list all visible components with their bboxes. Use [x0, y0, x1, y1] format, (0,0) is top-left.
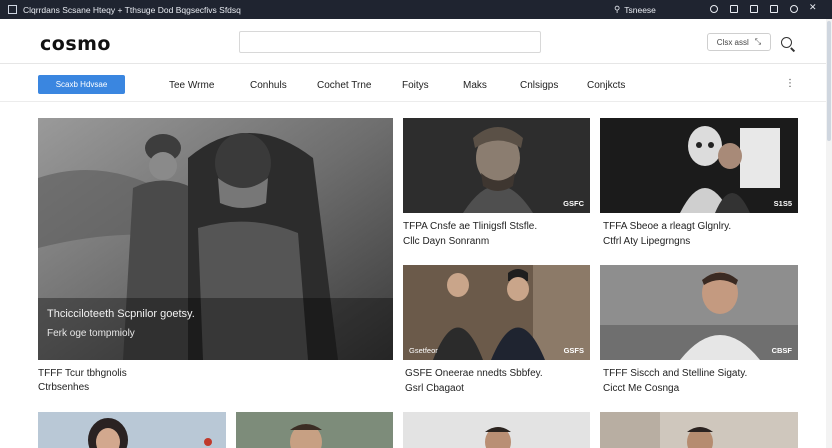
nav-item-2[interactable]: Conhuls — [250, 80, 287, 91]
header-action-label: Clsx assl — [716, 37, 749, 47]
card-image-2[interactable]: S1S5 — [600, 118, 798, 213]
card-illustration-1 — [403, 118, 590, 213]
system-tray — [708, 2, 818, 13]
user-icon: ⚲ — [614, 4, 621, 14]
card-image-8[interactable] — [600, 412, 798, 448]
card-illustration-5 — [38, 412, 226, 448]
card-title-3[interactable]: GSFE Oneerae nnedts Sbbfey. — [405, 368, 543, 379]
more-menu-icon[interactable]: ⋮ — [785, 78, 795, 89]
window-title: Clqrrdans Scsane Hteqy + Tthsuge Dod Bqg… — [23, 4, 241, 15]
card-illustration-8 — [600, 412, 798, 448]
nav-item-6[interactable]: Cnlsigps — [520, 80, 558, 91]
nav-item-7[interactable]: Conjkcts — [587, 80, 625, 91]
main-nav: Scaxb Hdvsae Tee Wrme Conhuls Cochet Trn… — [0, 64, 832, 102]
card-badge-2: S1S5 — [773, 199, 792, 208]
card-badge-left-3: Gsetfeor — [409, 346, 438, 355]
card-badge-1: GSFC — [563, 199, 584, 208]
card-title-2[interactable]: TFFA Sbeoe a rleagt Glgnlry. — [603, 221, 731, 232]
card-image-7[interactable] — [403, 412, 590, 448]
card-image-1[interactable]: GSFC — [403, 118, 590, 213]
nav-item-1[interactable]: Tee Wrme — [169, 80, 214, 91]
nav-item-4[interactable]: Foitys — [402, 80, 429, 91]
window-titlebar: Clqrrdans Scsane Hteqy + Tthsuge Dod Bqg… — [0, 0, 832, 19]
card-image-5[interactable] — [38, 412, 226, 448]
settings-icon[interactable] — [708, 3, 718, 13]
nav-item-3[interactable]: Cochet Trne — [317, 80, 371, 91]
nav-cta-button[interactable]: Scaxb Hdvsae — [38, 75, 125, 94]
hero-subtitle: Ctrbsenhes — [38, 382, 90, 393]
card-illustration-4 — [600, 265, 798, 360]
card-image-6[interactable] — [236, 412, 393, 448]
nav-item-5[interactable]: Maks — [463, 80, 487, 91]
hero-subcaption: Ferk oge tompmioly — [47, 328, 135, 339]
card-badge-4: CBSF — [771, 346, 792, 355]
site-header: cosmo Clsx assl ⤡ — [0, 19, 832, 64]
hero-title[interactable]: TFFF Tcur tbhgnolis — [38, 368, 127, 379]
document-icon[interactable] — [768, 3, 778, 13]
card-illustration-6 — [236, 412, 393, 448]
card-title-4[interactable]: TFFF Siscch and Stelline Sigaty. — [603, 368, 747, 379]
header-action-button[interactable]: Clsx assl ⤡ — [707, 33, 771, 51]
scrollbar-thumb[interactable] — [827, 21, 831, 141]
card-subtitle-2: Ctfrl Aty Lipegrngns — [603, 236, 691, 247]
hero-image[interactable] — [38, 118, 393, 360]
search-icon[interactable] — [781, 37, 792, 48]
card-image-4[interactable]: CBSF — [600, 265, 798, 360]
card-subtitle-4: Cicct Me Cosnga — [603, 383, 680, 394]
notification-icon[interactable] — [728, 3, 738, 13]
hero-caption: Thcicciloteeth Scpnilor goetsy. — [47, 308, 195, 320]
app-icon — [8, 5, 17, 14]
user-name: Tsneese — [624, 4, 656, 15]
card-illustration-7 — [403, 412, 590, 448]
card-subtitle-1: Cllc Dayn Sonranm — [403, 236, 490, 247]
hero-illustration — [38, 118, 393, 360]
clipboard-icon[interactable] — [748, 3, 758, 13]
card-illustration-2 — [600, 118, 798, 213]
expand-icon: ⤡ — [754, 37, 762, 46]
user-menu[interactable]: ⚲ Tsneese — [614, 4, 656, 15]
card-image-3[interactable]: Gsetfeor GSFS — [403, 265, 590, 360]
minimize-icon[interactable] — [788, 3, 798, 13]
search-input[interactable] — [239, 31, 541, 53]
close-icon[interactable] — [808, 2, 818, 13]
site-logo[interactable]: cosmo — [40, 33, 111, 55]
card-badge-3: GSFS — [563, 346, 584, 355]
card-title-1[interactable]: TFPA Cnsfe ae Tlinigsfl Stsfle. — [403, 221, 537, 232]
card-subtitle-3: Gsrl Cbagaot — [405, 383, 464, 394]
